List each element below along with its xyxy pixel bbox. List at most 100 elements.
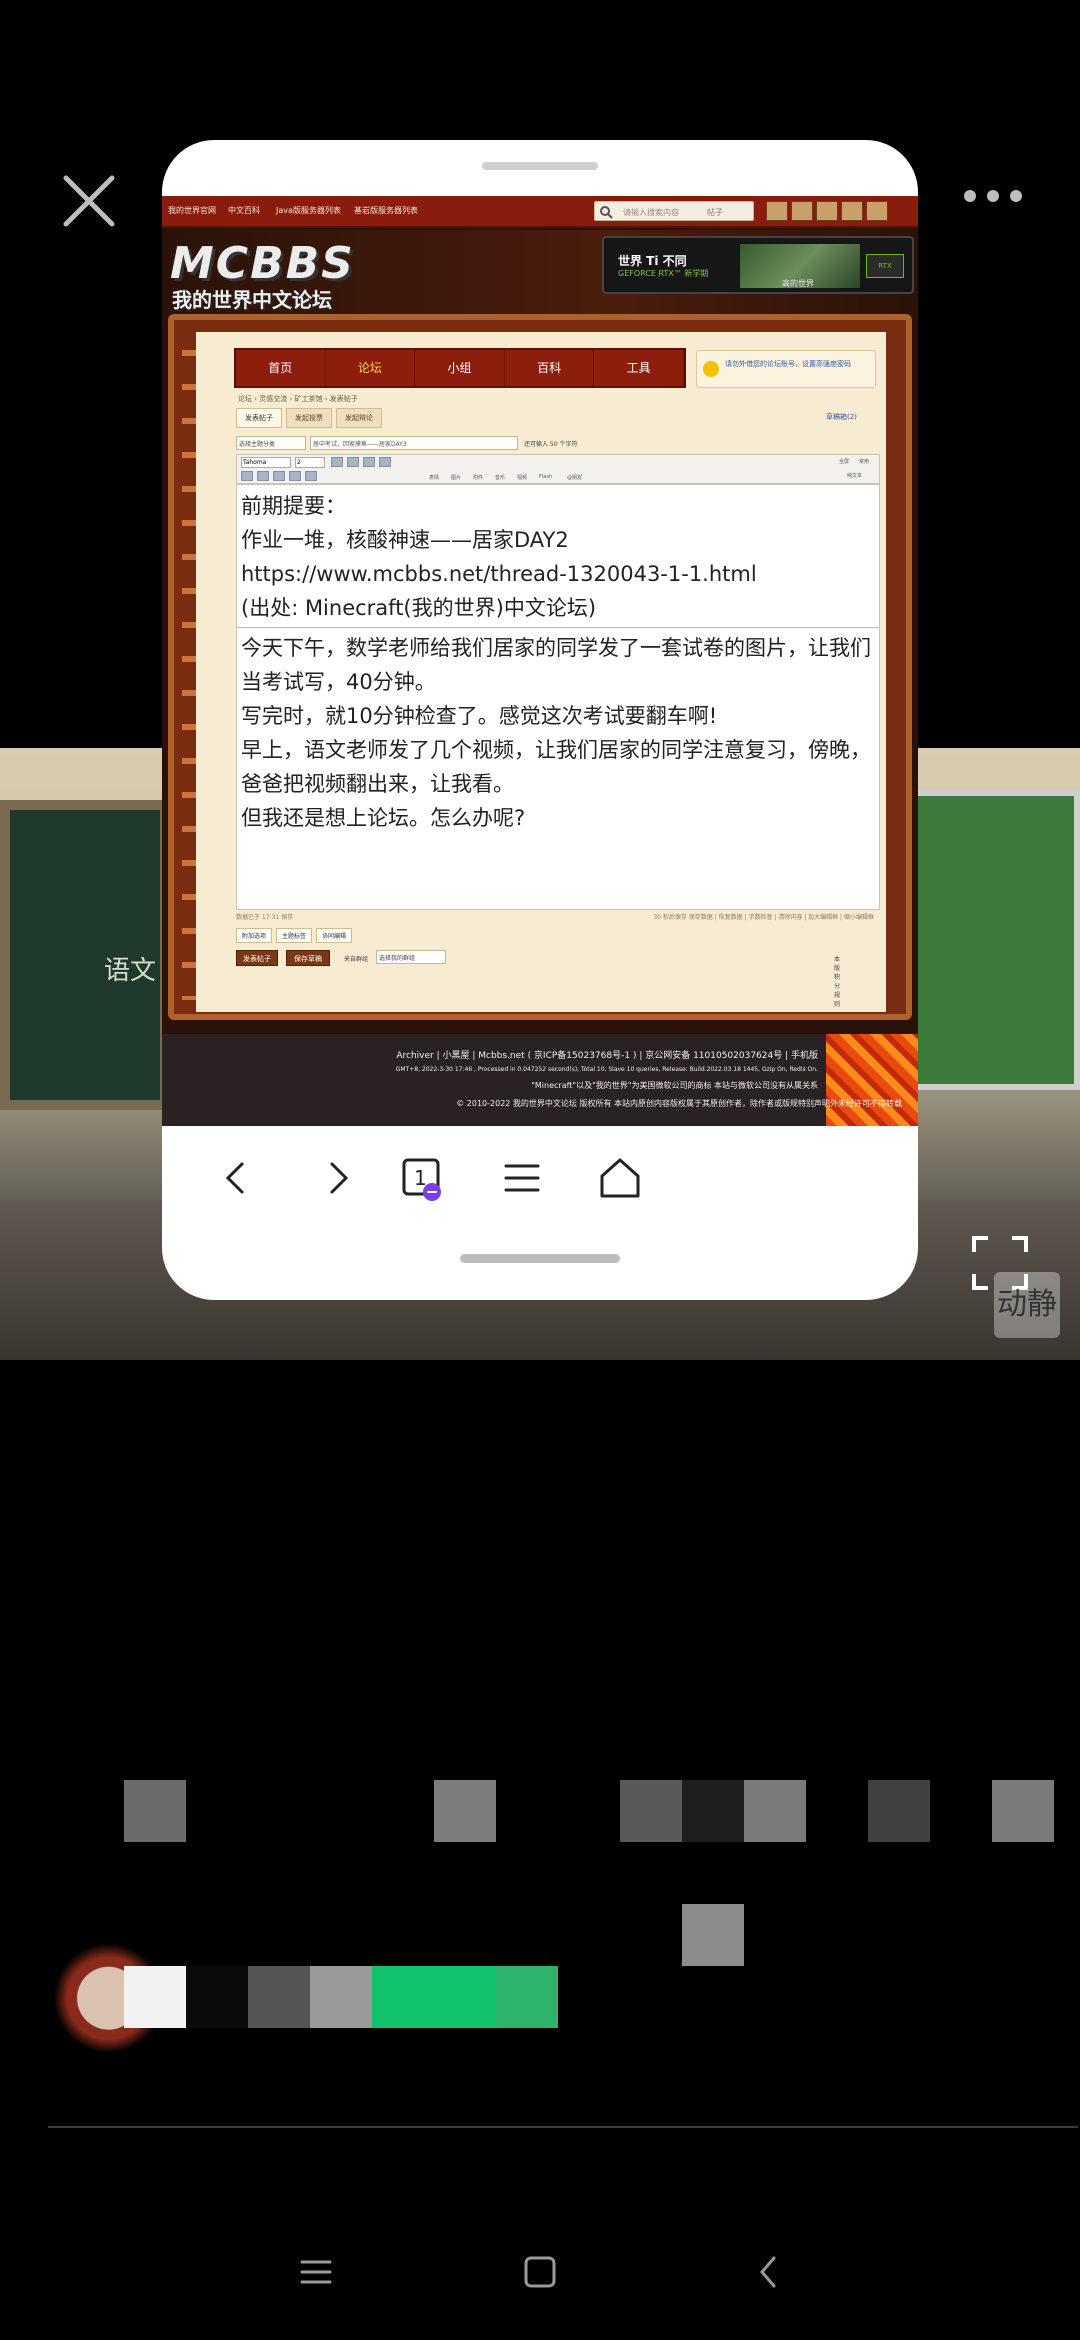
quote-source: (出处: Minecraft(我的世界)中文论坛) — [241, 596, 597, 620]
toolbar-label-smiley[interactable]: 表情 — [429, 474, 439, 481]
post-button[interactable]: 发表帖子 — [236, 950, 278, 966]
toolbar-label-video[interactable]: 视频 — [517, 474, 527, 481]
footer-links[interactable]: Archiver | 小黑屋 | Mcbbs.net ( 京ICP备150237… — [396, 1048, 818, 1061]
pixel-tile — [310, 1966, 372, 2028]
toolbar-common[interactable]: 常用 — [859, 458, 869, 465]
tab-new-post[interactable]: 发表帖子 — [236, 408, 282, 428]
group-origin-label: 来自群组 — [344, 956, 369, 963]
forward-icon[interactable] — [308, 1148, 368, 1208]
drag-handle-bottom[interactable] — [460, 1254, 620, 1263]
group-select[interactable]: 选择我的群组 — [376, 950, 446, 964]
menu-tools[interactable]: 工具 — [594, 350, 684, 386]
pixel-tile — [744, 1780, 806, 1842]
toolbar-label-flash[interactable]: Flash — [539, 474, 552, 480]
home-icon[interactable] — [590, 1148, 650, 1208]
search-icon — [600, 206, 613, 219]
chalkboard-right — [910, 790, 1080, 1090]
forum-header: MCBBS 我的世界中文论坛 世界 Ti 不同 GEFORCE RTX™ 新学期… — [162, 230, 918, 326]
bold-icon[interactable] — [241, 471, 253, 481]
underline-icon[interactable] — [273, 471, 285, 481]
tab-new-poll[interactable]: 发起投票 — [286, 408, 332, 428]
text-color-icon[interactable] — [289, 471, 301, 481]
security-notice[interactable]: 请勿外借您的论坛账号，设置高强度密码 — [696, 350, 876, 388]
topbar-link-bedrock-servers[interactable]: 基岩版服务器列表 — [354, 205, 418, 216]
watermark-logo: 动静 — [994, 1272, 1060, 1338]
mail-icon[interactable] — [791, 201, 813, 221]
drafts-link[interactable]: 草稿箱(2) — [826, 412, 857, 422]
footer-trademark: "Minecraft"以及"我的世界"为美国微软公司的商标 本站与微软公司没有从… — [531, 1081, 818, 1090]
menu-icon[interactable] — [492, 1148, 552, 1208]
body-paragraph: 早上，语文老师发了几个视频，让我们居家的同学注意复习，傍晚，爸爸把视频翻出来，让… — [241, 738, 871, 796]
close-icon[interactable] — [58, 170, 120, 232]
option-tags[interactable]: 主题标签 — [276, 928, 313, 943]
topbar-link-wiki[interactable]: 中文百科 — [228, 205, 260, 216]
forum-page: 我的世界官网 中文百科 Java版服务器列表 基岩版服务器列表 请输入搜索内容 … — [162, 196, 918, 1126]
pixel-tile — [186, 1966, 248, 2028]
quote-line: 前期提要： — [241, 494, 346, 518]
link-icon[interactable] — [305, 471, 317, 481]
pixel-tile — [248, 1966, 310, 2028]
dice-icon[interactable] — [816, 201, 838, 221]
drag-handle-top[interactable] — [482, 162, 598, 170]
main-menu: 首页 论坛 小组 百科 工具 — [234, 348, 686, 388]
topbar-link-java-servers[interactable]: Java版服务器列表 — [276, 205, 341, 216]
tab-new-debate[interactable]: 发起辩论 — [336, 408, 382, 428]
quote-line: 作业一堆，核酸神速——居家DAY2 — [241, 528, 569, 552]
search-placeholder: 请输入搜索内容 — [623, 208, 679, 217]
more-options-icon[interactable] — [960, 186, 1026, 206]
option-additional[interactable]: 附加选项 — [236, 928, 273, 943]
toolbar-fullscreen[interactable]: 全屏 — [839, 458, 849, 465]
editor-tools-links[interactable]: 30 秒后保存 保存数据 | 恢复数据 | 字数检查 | 清除内容 | 加大编辑… — [653, 912, 874, 921]
font-size-select[interactable]: 2 — [295, 457, 325, 468]
toolbar-label-attach[interactable]: 附件 — [473, 474, 483, 481]
menu-wiki[interactable]: 百科 — [505, 350, 595, 386]
quote-link[interactable]: https://www.mcbbs.net/thread-1320043-1-1… — [241, 557, 871, 591]
pixel-tile — [992, 1780, 1054, 1842]
pixel-tile — [124, 1780, 186, 1842]
subject-row: 选择主题分类 居中考试，回家摸鱼——居家DAY3 还可输入 50 个字符 — [236, 436, 876, 450]
warning-icon — [703, 361, 719, 377]
option-collab-edit[interactable]: 协同编辑 — [316, 928, 353, 943]
home-button-icon[interactable] — [510, 2242, 570, 2302]
toolbar-label-mention[interactable]: @朋友 — [567, 474, 582, 481]
align-center-icon[interactable] — [363, 457, 375, 467]
chalkboard-text: 语文 — [104, 956, 157, 986]
ad-headline: 世界 Ti 不同 — [618, 254, 687, 268]
message-editor[interactable]: 前期提要： 作业一堆，核酸神速——居家DAY2 https://www.mcbb… — [236, 484, 880, 910]
breadcrumb[interactable]: 论坛 › 灵感交流 › 矿工茶馆 › 发表帖子 — [238, 394, 358, 404]
toolbar-label-image[interactable]: 图片 — [451, 474, 461, 481]
toolbar-plaintext[interactable]: 纯文本 — [847, 472, 862, 479]
search-box[interactable]: 请输入搜索内容 帖子 — [594, 201, 754, 221]
pixel-tile — [372, 1966, 496, 2028]
extra-options: 附加选项 主题标签 协同编辑 — [236, 928, 353, 943]
recent-apps-icon[interactable] — [286, 2242, 346, 2302]
italic-icon[interactable] — [257, 471, 269, 481]
pixel-tile — [682, 1780, 744, 1842]
toolbar-label-music[interactable]: 音乐 — [495, 474, 505, 481]
format-icon[interactable] — [331, 457, 343, 467]
subject-input[interactable]: 居中考试，回家摸鱼——居家DAY3 — [310, 436, 518, 450]
topbar-link-official[interactable]: 我的世界官网 — [168, 205, 216, 216]
ad-banner[interactable]: 世界 Ti 不同 GEFORCE RTX™ 新学期 高的世界 RTX — [602, 236, 914, 294]
tabs-button[interactable]: 1 — [390, 1148, 450, 1208]
save-draft-button[interactable]: 保存草稿 — [286, 950, 330, 966]
topic-type-select[interactable]: 选择主题分类 — [236, 436, 306, 450]
post-body[interactable]: 今天下午，数学老师给我们居家的同学发了一套试卷的图片，让我们当考试写，40分钟。… — [241, 631, 877, 835]
editor-divider — [237, 627, 879, 628]
search-type-select[interactable]: 帖子 — [707, 207, 723, 218]
settings-icon[interactable] — [866, 201, 888, 221]
body-paragraph: 今天下午，数学老师给我们居家的同学发了一套试卷的图片，让我们当考试写，40分钟。 — [241, 636, 871, 694]
system-back-icon[interactable] — [738, 2242, 798, 2302]
task-icon[interactable] — [841, 201, 863, 221]
rtx-chip-icon: RTX — [866, 254, 904, 278]
align-right-icon[interactable] — [379, 457, 391, 467]
menu-forum[interactable]: 论坛 — [326, 350, 416, 386]
editor-status: 数据已于 17:31 保存 30 秒后保存 保存数据 | 恢复数据 | 字数检查… — [236, 912, 880, 924]
font-select[interactable]: Tahoma — [241, 457, 291, 468]
back-icon[interactable] — [206, 1148, 266, 1208]
points-rules-link[interactable]: 本版积分规则 — [834, 954, 840, 1008]
menu-home[interactable]: 首页 — [236, 350, 326, 386]
avatar-icon[interactable] — [766, 201, 788, 221]
align-left-icon[interactable] — [347, 457, 359, 467]
menu-groups[interactable]: 小组 — [415, 350, 505, 386]
